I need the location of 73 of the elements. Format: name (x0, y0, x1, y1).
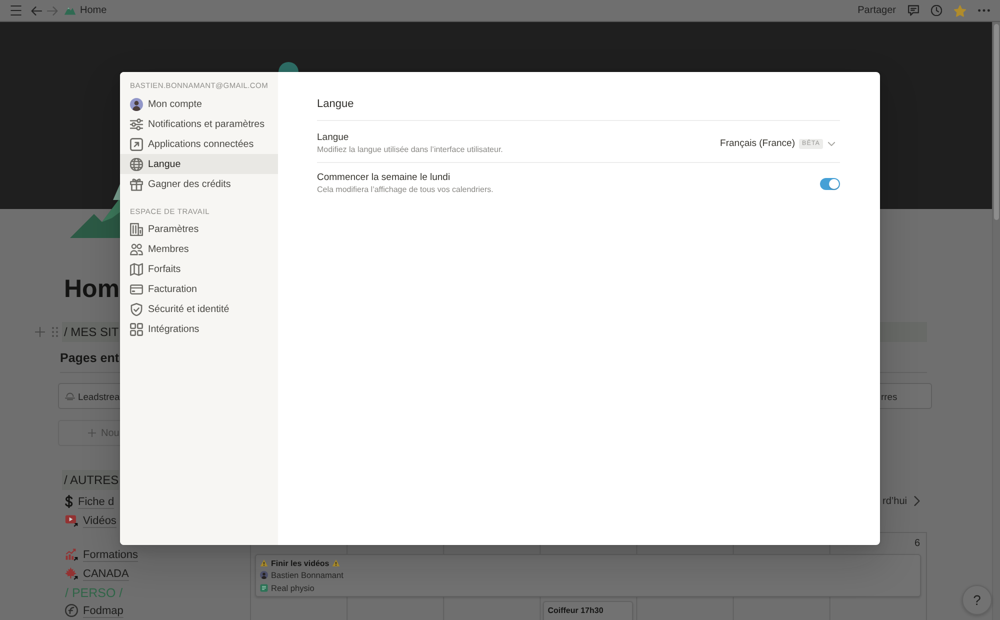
maple-leaf-icon (65, 567, 78, 580)
mountain-icon (64, 6, 76, 16)
credit-card-icon (130, 282, 143, 296)
event-title: Finir les vidéos (271, 558, 330, 568)
chevron-down-icon (828, 142, 835, 146)
today-button[interactable]: rd’hui (882, 492, 920, 510)
toggle-switch[interactable] (820, 178, 840, 190)
sidebar-item[interactable]: Applications connectées (120, 134, 278, 154)
sidebar-item[interactable]: Gagner des crédits (120, 174, 278, 194)
page-title: Hom (64, 274, 120, 304)
video-icon (65, 514, 78, 527)
sidebar-item[interactable]: Mon compte (120, 94, 278, 114)
gift-icon (130, 178, 143, 190)
page-link[interactable]: Fodmap (58, 601, 124, 620)
panel-title: Langue (317, 97, 840, 121)
map-icon (130, 262, 143, 276)
sidebar-item[interactable]: Membres (120, 239, 278, 259)
drag-handle-icon[interactable] (52, 327, 58, 337)
building-icon (130, 222, 143, 236)
setting-description: Modifiez la langue utilisée dans l’interface utilisateur. (317, 144, 503, 155)
event-card[interactable]: Coiffeur 17h30 (542, 601, 634, 620)
person-name: Bastien Bonnamant (271, 570, 344, 580)
app-icon (260, 584, 268, 592)
relation-name: Real physio (271, 582, 314, 593)
page-link[interactable]: Fiche d (58, 492, 114, 511)
circle-icon (65, 604, 78, 617)
setting-label: Commencer la semaine le lundi (317, 172, 450, 184)
comment-icon[interactable] (908, 5, 919, 16)
sidebar-item[interactable]: Intégrations (120, 319, 278, 339)
page-link[interactable]: Vidéos (58, 511, 116, 530)
page-link[interactable]: Formations (58, 545, 138, 564)
page-link[interactable]: CANADA (58, 564, 129, 583)
plus-icon (88, 429, 96, 437)
setting-label: Langue (317, 132, 349, 144)
bar-chart-icon (65, 548, 78, 561)
sidebar-item[interactable]: Notifications et paramètres (120, 114, 278, 134)
heading-background (880, 322, 927, 342)
subheading: Pages ent (60, 351, 120, 365)
dollar-icon (65, 495, 73, 508)
chevron-right-icon (914, 496, 920, 506)
event-card[interactable]: Finir les vidéos Bastien Bonnamant Real physio (255, 554, 921, 597)
back-arrow-icon[interactable] (31, 6, 42, 16)
section-heading: / AUTRES (62, 470, 119, 490)
menu-icon[interactable] (10, 5, 22, 16)
clock-icon[interactable] (931, 5, 942, 16)
shield-check-icon (130, 302, 143, 316)
avatar-icon (260, 571, 268, 580)
people-icon (130, 242, 143, 256)
sidebar-item[interactable]: Facturation (120, 279, 278, 299)
sunrise-icon (65, 392, 75, 400)
sidebar-item[interactable]: Langue (120, 154, 278, 174)
section-heading: / MES SIT (62, 322, 119, 342)
star-icon[interactable] (954, 4, 966, 16)
sliders-icon (130, 118, 143, 130)
event-title: Coiffeur 17h30 (548, 606, 604, 615)
more-icon[interactable] (978, 9, 990, 12)
share-button[interactable]: Partager (858, 5, 896, 16)
sidebar-item[interactable]: Sécurité et identité (120, 299, 278, 319)
page-card[interactable]: Leadstrea (58, 383, 120, 409)
globe-icon (130, 158, 143, 170)
arrow-square-icon (130, 138, 143, 150)
avatar-icon (130, 98, 143, 110)
breadcrumb-link[interactable]: Home (64, 5, 107, 16)
plus-icon[interactable] (35, 327, 45, 337)
day-number: 6 (914, 538, 920, 549)
grid-icon (130, 322, 143, 336)
help-button[interactable]: ? (962, 585, 992, 615)
sidebar-item[interactable]: Forfaits (120, 259, 278, 279)
scrollbar-thumb[interactable] (994, 24, 999, 220)
section-heading: / PERSO / (65, 585, 123, 601)
setting-description: Cela modifiera l’affichage de tous vos calendriers. (317, 184, 494, 195)
sidebar-item[interactable]: Paramètres (120, 219, 278, 239)
page-card[interactable]: rres (880, 383, 932, 409)
